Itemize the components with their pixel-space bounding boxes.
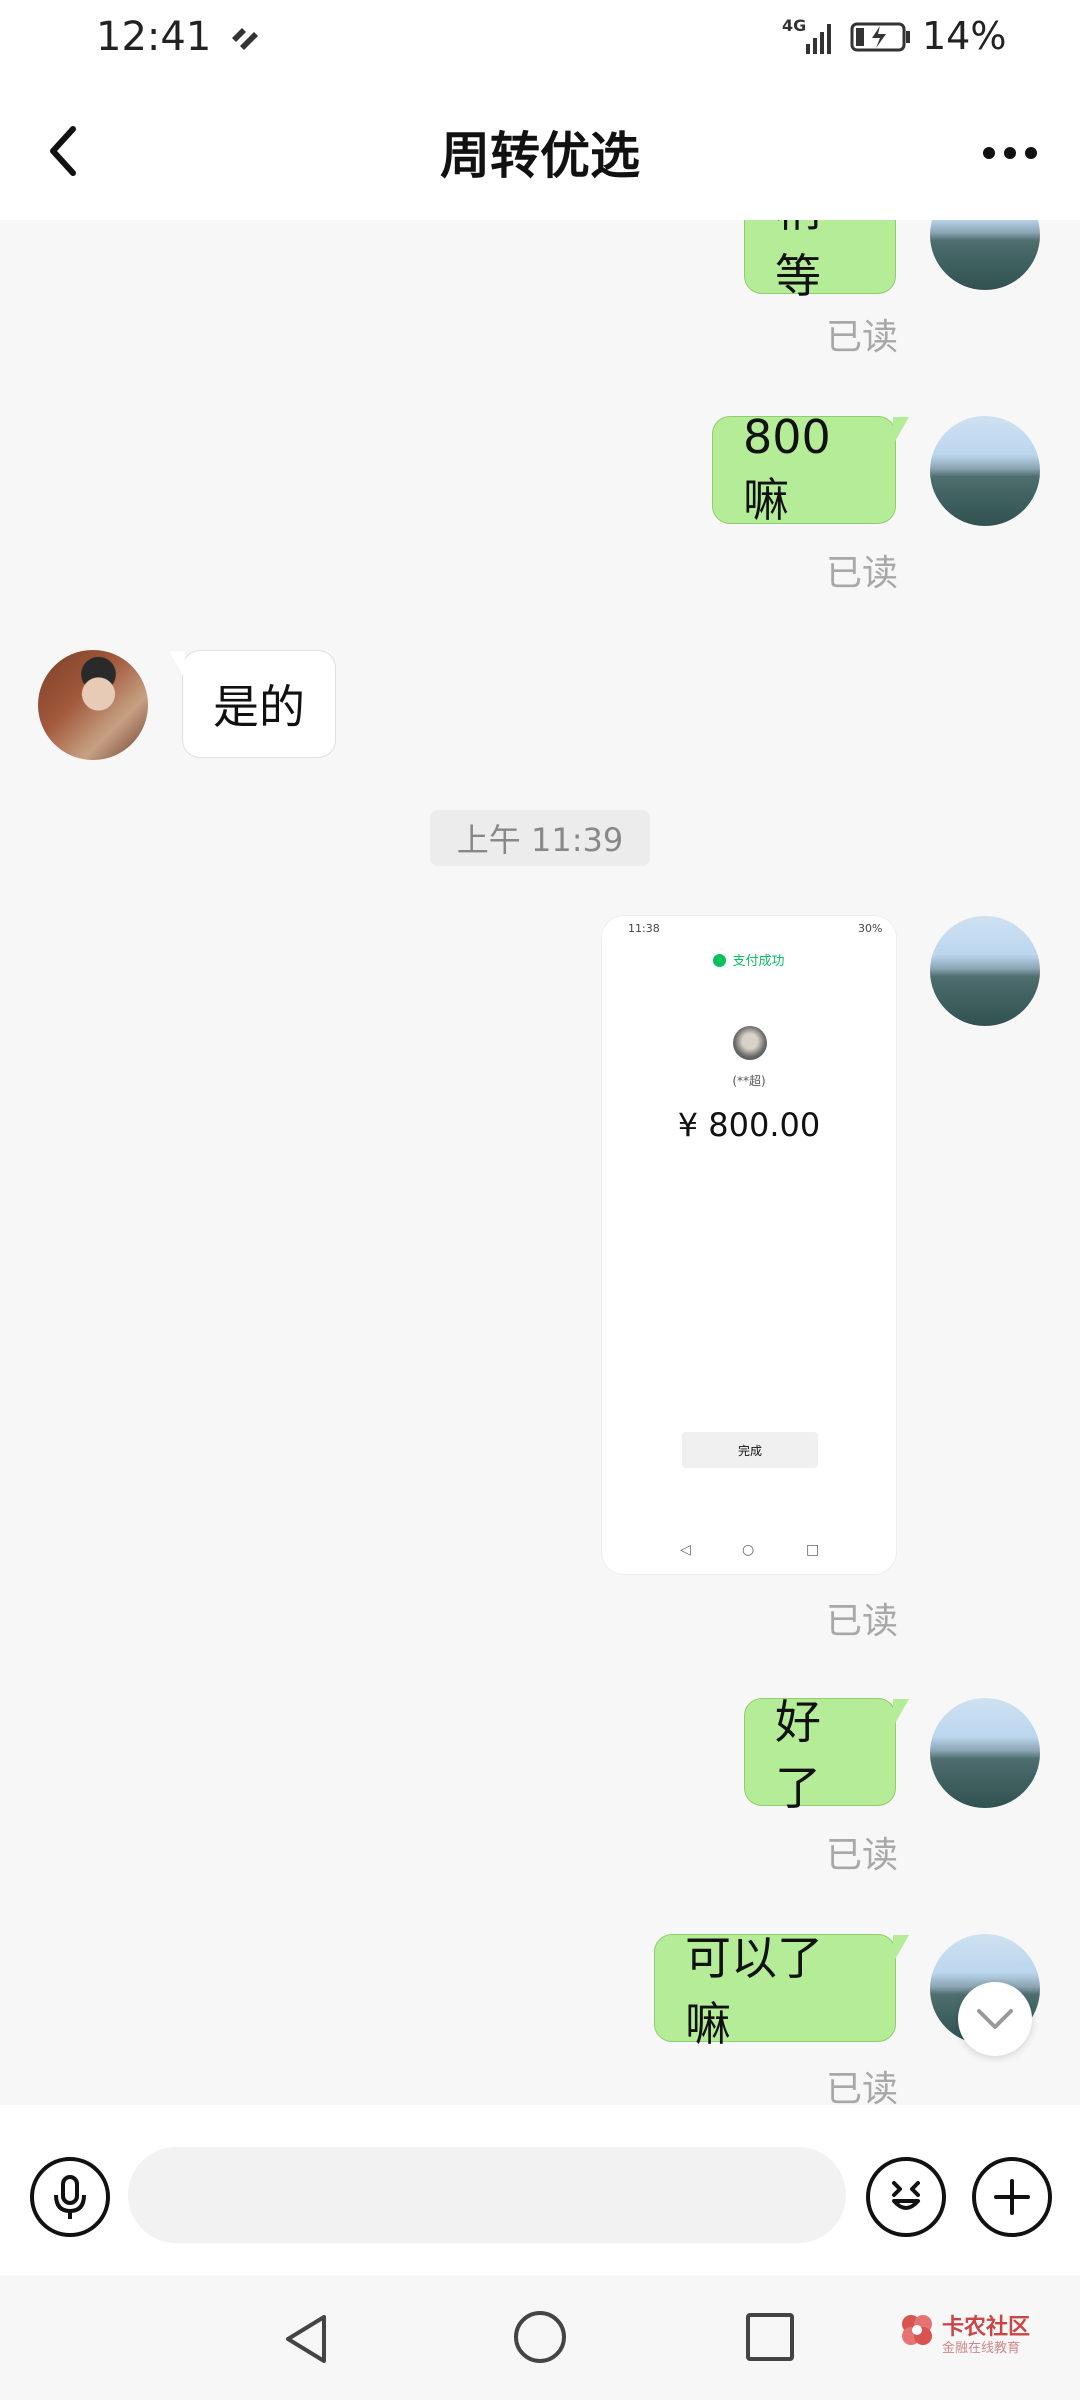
payment-success-label: 支付成功 (602, 950, 896, 969)
contact-avatar[interactable] (38, 650, 148, 760)
plus-button[interactable] (972, 2157, 1052, 2237)
battery-percent: 14% (922, 14, 1007, 58)
done-button: 完成 (682, 1432, 818, 1468)
chevron-down-icon (977, 2009, 1013, 2029)
more-icon (983, 147, 1037, 159)
nav-home-icon[interactable] (514, 2311, 566, 2363)
signal-icon (806, 24, 831, 54)
chat-area[interactable]: 稍等 已读 800嘛 已读 是的 上午 11:39 11:38 30% 支付成功… (0, 220, 1080, 2105)
read-receipt: 已读 (826, 1835, 899, 1876)
emoji-icon (892, 2181, 920, 2210)
status-time: 12:41 (96, 14, 212, 60)
screenshot-time: 11:38 (628, 922, 660, 935)
message-bubble[interactable]: 稍等 (744, 220, 896, 303)
status-bar: 12:41 4G 14% (0, 0, 1080, 80)
input-bar (0, 2105, 1080, 2275)
read-receipt: 已读 (826, 2069, 899, 2105)
emoji-button[interactable] (866, 2157, 946, 2237)
screenshot-nav-home-icon: ○ (742, 1542, 755, 1558)
screenshot-nav-back-icon: ◁ (680, 1542, 691, 1558)
image-message[interactable]: 11:38 30% 支付成功 (**超) ¥ 800.00 完成 ◁ ○ □ (602, 916, 896, 1574)
plus-icon (994, 2179, 1030, 2215)
message-bubble[interactable]: 好了 (744, 1695, 909, 1815)
voice-button[interactable] (30, 2157, 110, 2237)
chat-title: 周转优选 (440, 127, 640, 185)
watermark-subtitle: 金融在线教育 (942, 2341, 1021, 2356)
scroll-to-bottom-button[interactable] (958, 1982, 1032, 2056)
chat-header: 周转优选 (0, 80, 1080, 220)
message-input[interactable] (128, 2147, 846, 2243)
status-network: 4G (782, 16, 807, 35)
status-app-icon (232, 28, 258, 50)
system-nav-bar: 卡农社区 金融在线教育 (0, 2275, 1080, 2400)
nav-recent-icon[interactable] (746, 2313, 794, 2361)
microphone-icon (54, 2175, 86, 2219)
read-receipt: 已读 (826, 317, 899, 358)
nav-back-icon[interactable] (282, 2313, 330, 2365)
screenshot-battery: 30% (858, 922, 883, 935)
more-button[interactable] (970, 118, 1050, 188)
check-icon (713, 954, 727, 967)
watermark-logo-icon (902, 2315, 932, 2345)
screenshot-nav-recent-icon: □ (806, 1542, 820, 1558)
message-timestamp: 上午 11:39 (430, 810, 650, 866)
my-avatar[interactable] (930, 416, 1040, 526)
message-bubble[interactable]: 可以了嘛 (654, 1931, 909, 2051)
read-receipt: 已读 (826, 553, 899, 594)
my-avatar[interactable] (930, 916, 1040, 1026)
message-bubble[interactable]: 是的 (169, 650, 336, 758)
my-avatar[interactable] (930, 1698, 1040, 1808)
message-bubble[interactable]: 800嘛 (712, 410, 909, 527)
payee-name: (**超) (732, 1074, 766, 1088)
payee-avatar (733, 1026, 767, 1060)
my-avatar[interactable] (930, 220, 1040, 290)
read-receipt: 已读 (826, 1601, 899, 1642)
payment-amount: ¥ 800.00 (677, 1106, 821, 1144)
battery-icon (850, 22, 910, 52)
